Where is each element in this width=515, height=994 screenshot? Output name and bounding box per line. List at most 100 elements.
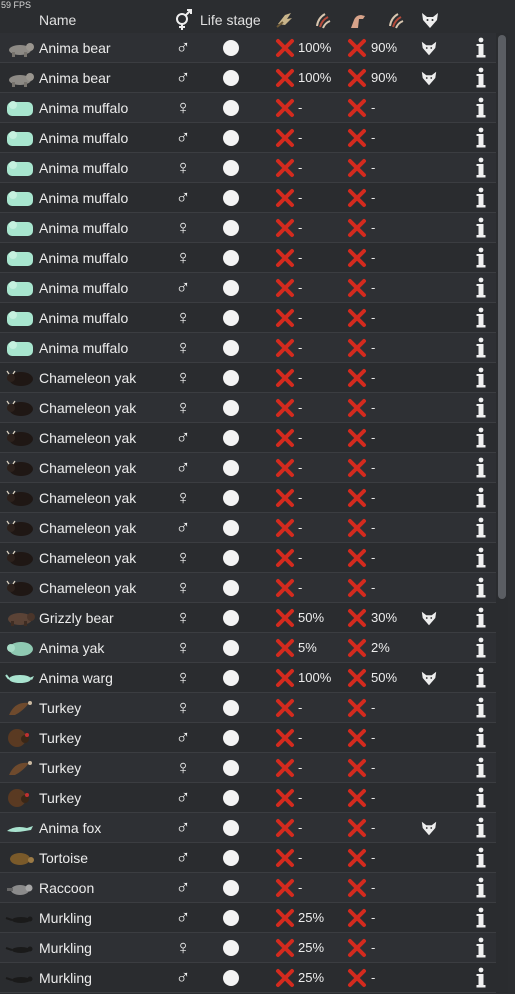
red-x-icon[interactable] — [347, 518, 367, 538]
info-icon[interactable] — [474, 637, 488, 659]
red-x-icon[interactable] — [275, 68, 295, 88]
adult-circle-icon[interactable] — [223, 220, 239, 236]
info-icon[interactable] — [474, 307, 488, 329]
adult-circle-icon[interactable] — [223, 880, 239, 896]
adult-circle-icon[interactable] — [223, 430, 239, 446]
table-row[interactable]: Turkey ♀ - - — [0, 753, 496, 783]
animal-name[interactable]: Chameleon yak — [39, 490, 136, 506]
info-icon[interactable] — [474, 697, 488, 719]
animal-name[interactable]: Anima muffalo — [39, 310, 128, 326]
info-icon[interactable] — [474, 517, 488, 539]
scrollbar[interactable] — [496, 33, 508, 993]
red-x-icon[interactable] — [347, 368, 367, 388]
red-x-icon[interactable] — [275, 878, 295, 898]
animal-name[interactable]: Chameleon yak — [39, 520, 136, 536]
animal-name[interactable]: Chameleon yak — [39, 400, 136, 416]
table-row[interactable]: Anima warg ♀ 100% 50% — [0, 663, 496, 693]
table-row[interactable]: Anima muffalo ♀ - - — [0, 213, 496, 243]
info-icon[interactable] — [474, 847, 488, 869]
red-x-icon[interactable] — [275, 308, 295, 328]
adult-circle-icon[interactable] — [223, 70, 239, 86]
red-x-icon[interactable] — [347, 98, 367, 118]
info-icon[interactable] — [474, 877, 488, 899]
animal-name[interactable]: Murkling — [39, 940, 92, 956]
red-x-icon[interactable] — [275, 218, 295, 238]
table-row[interactable]: Tortoise ♂ - - — [0, 843, 496, 873]
info-icon[interactable] — [474, 727, 488, 749]
adult-circle-icon[interactable] — [223, 700, 239, 716]
animal-name[interactable]: Chameleon yak — [39, 580, 136, 596]
adult-circle-icon[interactable] — [223, 610, 239, 626]
animal-name[interactable]: Grizzly bear — [39, 610, 114, 626]
red-x-icon[interactable] — [275, 548, 295, 568]
red-x-icon[interactable] — [275, 848, 295, 868]
red-x-icon[interactable] — [347, 578, 367, 598]
info-icon[interactable] — [474, 967, 488, 989]
adult-circle-icon[interactable] — [223, 850, 239, 866]
column-life-stage-header[interactable]: Life stage — [200, 12, 261, 28]
adult-circle-icon[interactable] — [223, 580, 239, 596]
animal-name[interactable]: Anima muffalo — [39, 130, 128, 146]
animal-name[interactable]: Anima muffalo — [39, 160, 128, 176]
animal-name[interactable]: Anima muffalo — [39, 220, 128, 236]
adult-circle-icon[interactable] — [223, 190, 239, 206]
red-x-icon[interactable] — [275, 638, 295, 658]
claw-icon[interactable] — [385, 10, 405, 30]
red-x-icon[interactable] — [347, 38, 367, 58]
adult-circle-icon[interactable] — [223, 520, 239, 536]
info-icon[interactable] — [474, 667, 488, 689]
red-x-icon[interactable] — [275, 728, 295, 748]
info-icon[interactable] — [474, 457, 488, 479]
table-row[interactable]: Anima bear ♂ 100% 90% — [0, 63, 496, 93]
red-x-icon[interactable] — [347, 248, 367, 268]
red-x-icon[interactable] — [275, 248, 295, 268]
red-x-icon[interactable] — [275, 818, 295, 838]
red-x-icon[interactable] — [275, 338, 295, 358]
animal-name[interactable]: Chameleon yak — [39, 370, 136, 386]
table-row[interactable]: Raccoon ♂ - - — [0, 873, 496, 903]
table-row[interactable]: Anima yak ♀ 5% 2% — [0, 633, 496, 663]
info-icon[interactable] — [474, 937, 488, 959]
table-row[interactable]: Anima muffalo ♂ - - — [0, 273, 496, 303]
red-x-icon[interactable] — [275, 608, 295, 628]
animal-name[interactable]: Anima warg — [39, 670, 113, 686]
red-x-icon[interactable] — [347, 908, 367, 928]
red-x-icon[interactable] — [347, 788, 367, 808]
table-row[interactable]: Murkling ♂ 25% - — [0, 903, 496, 933]
red-x-icon[interactable] — [347, 278, 367, 298]
red-x-icon[interactable] — [347, 848, 367, 868]
gender-icon[interactable] — [172, 8, 196, 32]
red-x-icon[interactable] — [347, 608, 367, 628]
table-row[interactable]: Chameleon yak ♂ - - — [0, 453, 496, 483]
red-x-icon[interactable] — [347, 458, 367, 478]
adult-circle-icon[interactable] — [223, 670, 239, 686]
info-icon[interactable] — [474, 787, 488, 809]
table-row[interactable]: Chameleon yak ♀ - - — [0, 393, 496, 423]
red-x-icon[interactable] — [347, 548, 367, 568]
hand-icon[interactable] — [275, 10, 295, 30]
adult-circle-icon[interactable] — [223, 250, 239, 266]
red-x-icon[interactable] — [347, 68, 367, 88]
red-x-icon[interactable] — [275, 428, 295, 448]
table-row[interactable]: Turkey ♂ - - — [0, 783, 496, 813]
info-icon[interactable] — [474, 577, 488, 599]
animal-name[interactable]: Chameleon yak — [39, 430, 136, 446]
animal-name[interactable]: Tortoise — [39, 850, 88, 866]
red-x-icon[interactable] — [347, 398, 367, 418]
adult-circle-icon[interactable] — [223, 730, 239, 746]
animal-name[interactable]: Anima fox — [39, 820, 101, 836]
adult-circle-icon[interactable] — [223, 790, 239, 806]
red-x-icon[interactable] — [347, 968, 367, 988]
table-row[interactable]: Turkey ♀ - - — [0, 693, 496, 723]
red-x-icon[interactable] — [275, 188, 295, 208]
red-x-icon[interactable] — [275, 398, 295, 418]
wolf-head-icon[interactable] — [420, 10, 440, 30]
adult-circle-icon[interactable] — [223, 370, 239, 386]
red-x-icon[interactable] — [275, 278, 295, 298]
red-x-icon[interactable] — [275, 968, 295, 988]
red-x-icon[interactable] — [275, 458, 295, 478]
adult-circle-icon[interactable] — [223, 490, 239, 506]
animal-name[interactable]: Turkey — [39, 730, 81, 746]
adult-circle-icon[interactable] — [223, 340, 239, 356]
adult-circle-icon[interactable] — [223, 760, 239, 776]
